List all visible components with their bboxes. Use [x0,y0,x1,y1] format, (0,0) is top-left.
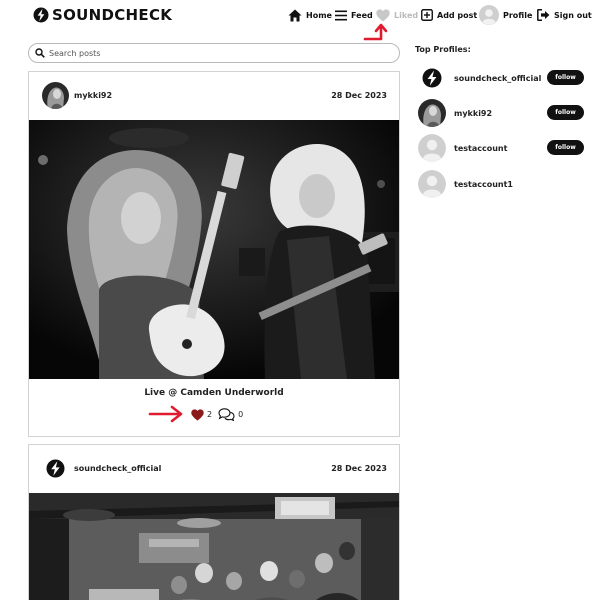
post-author-avatar[interactable] [42,82,69,109]
nav-liked[interactable]: Liked [376,5,418,25]
post-image[interactable] [29,120,399,379]
follow-button[interactable]: follow [547,105,584,120]
post-header: soundcheck_official 28 Dec 2023 [29,445,399,493]
post-card: mykki92 28 Dec 2023 Live @ Camden Underw… [28,71,400,437]
like-count: 2 [207,410,213,419]
nav-home-label: Home [306,10,332,20]
nav-feed-label: Feed [351,10,373,20]
post-header: mykki92 28 Dec 2023 [29,72,399,120]
post-card: soundcheck_official 28 Dec 2023 [28,444,400,600]
profile-name[interactable]: mykki92 [454,109,546,118]
profile-row: soundcheck_official follow [418,63,584,93]
avatar-icon [479,5,499,25]
profile-name[interactable]: soundcheck_official [454,74,546,83]
profile-row: mykki92 follow [418,98,584,128]
avatar[interactable] [418,170,446,198]
sign-out-icon [537,9,550,21]
post-username[interactable]: mykki92 [74,91,112,100]
comments-icon [218,408,235,421]
nav-home[interactable]: Home [288,5,332,25]
post-date: 28 Dec 2023 [331,91,387,100]
home-icon [288,9,302,21]
nav-sign-out[interactable]: Sign out [537,5,592,25]
plus-square-icon [421,9,433,21]
top-profiles-title: Top Profiles: [415,45,471,54]
comment-count: 0 [238,410,244,419]
post-actions: 2 0 [191,408,243,421]
avatar[interactable] [418,64,446,92]
search-icon [35,48,45,58]
profile-row: testaccount follow [418,133,584,163]
nav-sign-out-label: Sign out [554,10,592,20]
search-input[interactable] [49,48,389,58]
profile-row: testaccount1 [418,169,584,199]
post-username[interactable]: soundcheck_official [74,464,161,473]
follow-button[interactable]: follow [547,70,584,85]
avatar[interactable] [418,99,446,127]
nav-profile[interactable]: Profile [479,5,532,25]
post-author-avatar[interactable] [42,455,69,482]
heart-icon [191,408,204,421]
nav-add-post[interactable]: Add post [421,5,477,25]
profile-name[interactable]: testaccount1 [454,180,546,189]
profile-name[interactable]: testaccount [454,144,546,153]
post-date: 28 Dec 2023 [331,464,387,473]
menu-icon [335,10,347,20]
top-nav: Home Feed Liked Add post Profile Sign ou… [0,5,609,25]
nav-liked-label: Liked [394,10,419,20]
nav-feed[interactable]: Feed [335,5,373,25]
avatar[interactable] [418,134,446,162]
search-bar [28,43,400,63]
post-image[interactable] [29,493,399,600]
heart-icon [376,8,390,21]
nav-profile-label: Profile [503,10,533,20]
like-button[interactable]: 2 [191,408,213,421]
nav-add-post-label: Add post [437,10,478,20]
comments-button[interactable]: 0 [218,408,243,421]
post-caption: Live @ Camden Underworld [144,388,284,398]
follow-button[interactable]: follow [547,140,584,155]
